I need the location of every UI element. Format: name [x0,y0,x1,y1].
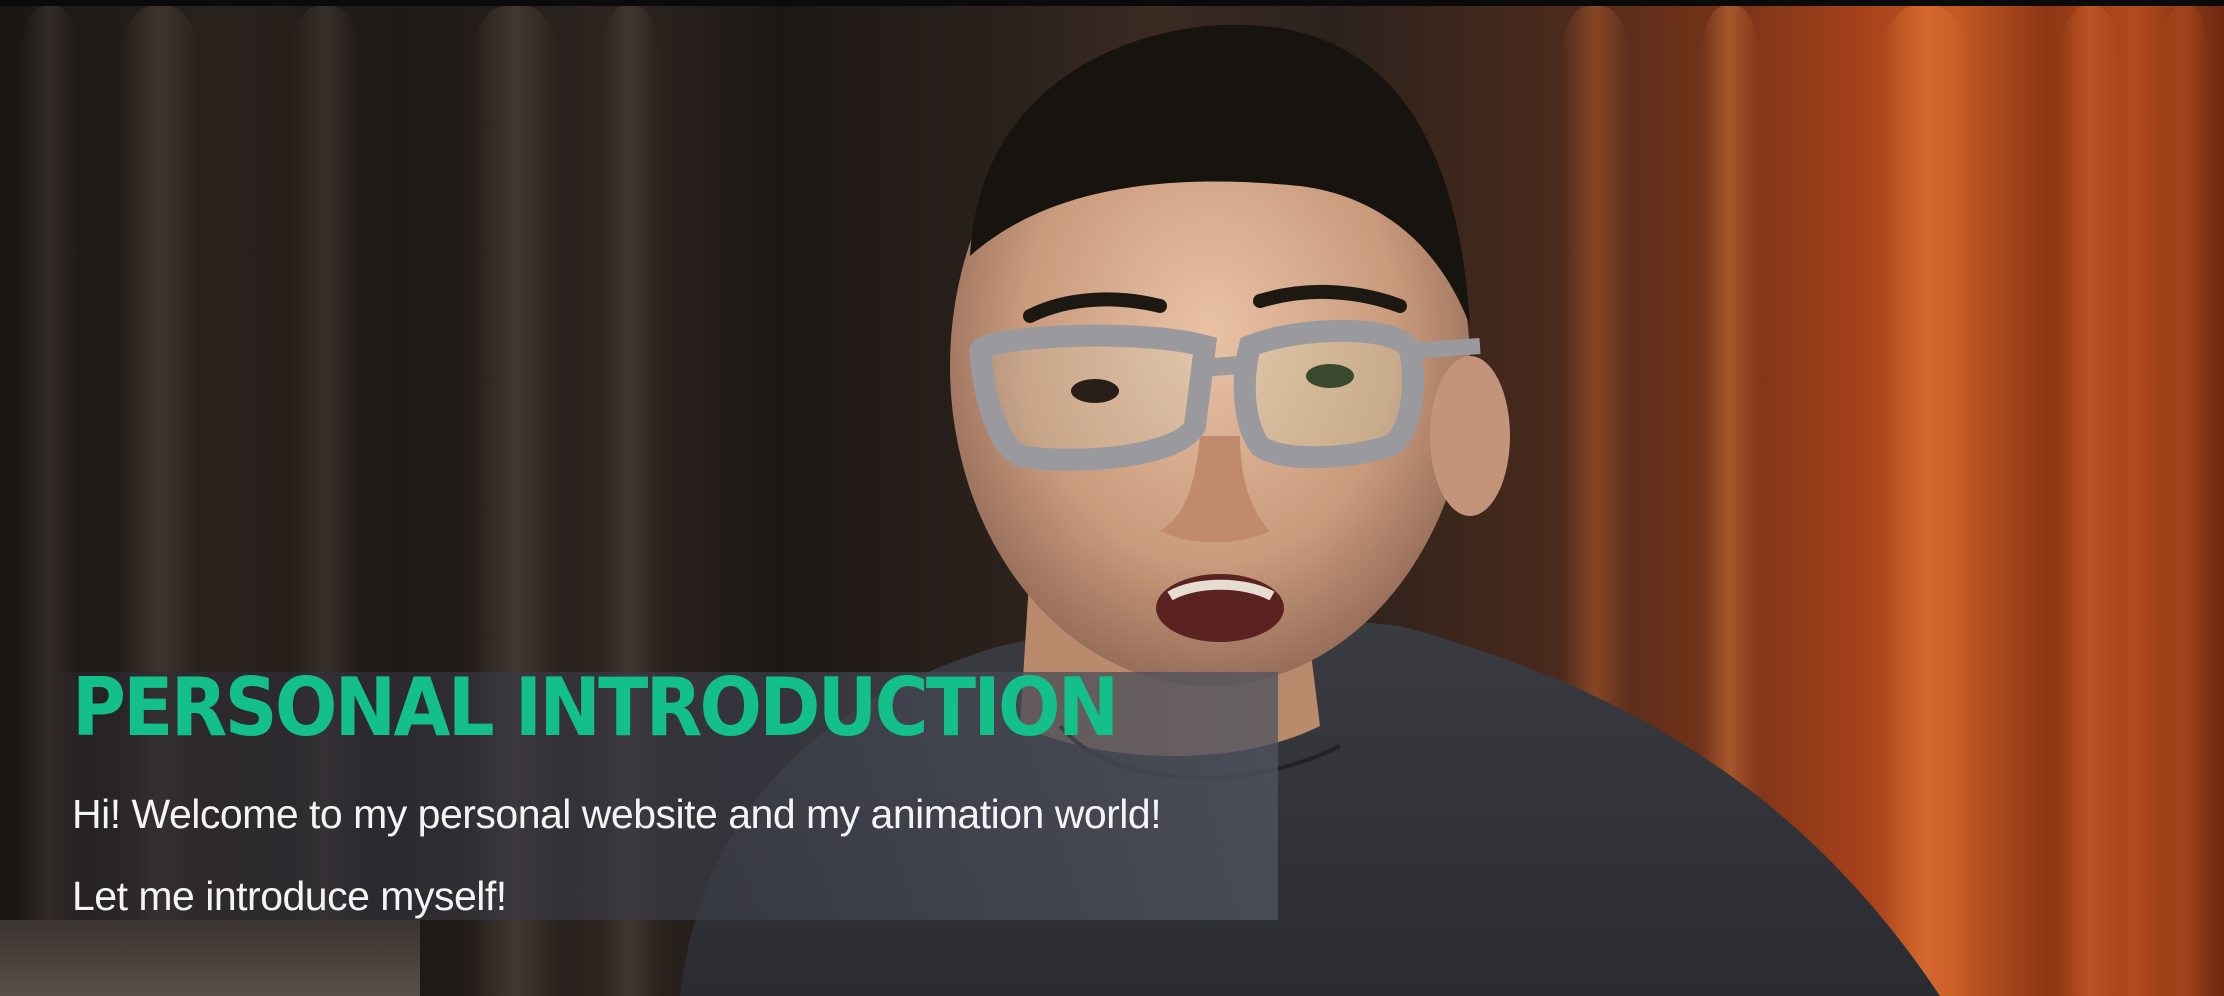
caption-line-introduce: Let me introduce myself! [72,873,507,919]
video-frame: PERSONAL INTRODUCTION Hi! Welcome to my … [0,0,2224,996]
caption-line-welcome: Hi! Welcome to my personal website and m… [72,791,1162,837]
desk-corner [0,920,420,996]
caption-title: PERSONAL INTRODUCTION [72,661,1119,754]
